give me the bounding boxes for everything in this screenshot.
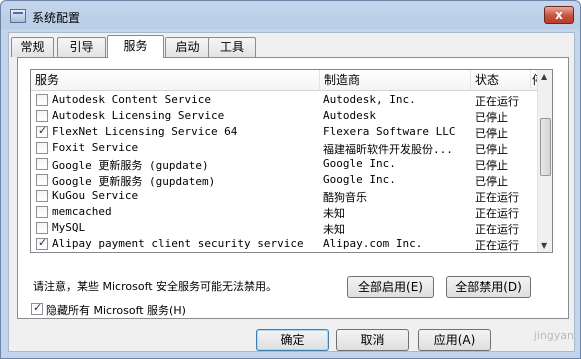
service-row[interactable]: Google 更新服务 (gupdate) Google Inc. 已停止 [31,156,539,172]
column-header-service[interactable]: 服务 [31,70,320,91]
service-row[interactable]: Autodesk Licensing Service Autodesk 已停止 [31,108,539,124]
service-row[interactable]: FlexNet Licensing Service 64 Flexera Soft… [31,124,539,140]
scroll-up-icon[interactable]: ▲ [541,72,547,81]
apply-button[interactable]: 应用(A) [418,329,491,351]
services-list[interactable]: 服务 制造商 状态 停 Autodesk Content ServiceAuto… [30,69,553,253]
service-manufacturer: Alipay.com Inc. [323,237,423,250]
service-status: 已停止 [475,175,508,188]
cancel-button[interactable]: 取消 [336,329,409,351]
service-checkbox[interactable] [36,142,48,154]
service-checkbox[interactable] [36,174,48,186]
tab-tools[interactable]: 工具 [208,37,256,57]
column-header-status[interactable]: 状态 [471,70,531,91]
service-checkbox[interactable] [36,222,48,234]
title-bar[interactable]: 系统配置 x [1,1,580,31]
service-manufacturer: Flexera Software LLC [323,125,456,138]
tab-services[interactable]: 服务 [107,35,164,58]
service-name: Autodesk Content Service [52,93,211,106]
service-status: 已停止 [475,159,508,172]
ok-button[interactable]: 确定 [256,329,329,351]
service-name: Foxit Service [52,141,139,154]
scroll-thumb[interactable] [540,118,551,176]
hide-microsoft-label: 隐藏所有 Microsoft 服务(H) [46,304,186,317]
service-row[interactable]: Autodesk Content Service Autodesk, Inc. 正在… [31,92,539,108]
service-status: 正在运行 [475,95,519,108]
service-checkbox[interactable] [36,124,48,138]
vertical-scrollbar[interactable]: ▲ ▼ [537,70,552,252]
service-name: memcached [52,205,112,218]
service-status: 已停止 [475,127,508,140]
app-icon [10,9,26,23]
service-status: 已停止 [475,143,508,156]
service-manufacturer: 未知 [323,207,345,220]
column-header-manufacturer[interactable]: 制造商 [320,70,471,91]
service-manufacturer: Google Inc. [323,173,396,186]
service-name: Autodesk Licensing Service [52,109,225,122]
tab-startup[interactable]: 启动 [165,37,210,57]
list-header: 服务 制造商 状态 停 [31,70,539,91]
service-name: Google 更新服务 (gupdate) [52,159,209,172]
service-manufacturer: Autodesk [323,109,376,122]
service-name: FlexNet Licensing Service 64 [52,125,238,138]
service-checkbox[interactable] [36,206,48,218]
service-status: 正在运行 [475,207,519,220]
service-checkbox[interactable] [36,94,48,106]
service-checkbox[interactable] [36,110,48,122]
service-checkbox[interactable] [36,236,48,250]
service-status: 已停止 [475,111,508,124]
watermark: jingyan [533,329,574,342]
service-name: MySQL [52,221,86,234]
window-title: 系统配置 [32,11,81,25]
service-name: Alipay payment client security service [52,237,304,250]
system-config-window: 系统配置 x 常规 引导 服务 启动 工具 服务 制造商 状态 停 Autode… [0,0,581,359]
service-name: Google 更新服务 (gupdatem) [52,175,216,188]
service-manufacturer: Google Inc. [323,157,396,170]
service-manufacturer: 酷狗音乐 [323,191,367,204]
service-row[interactable]: Foxit Service 福建福昕软件开发股份... 已停止 [31,140,539,156]
service-manufacturer: Autodesk, Inc. [323,93,416,106]
service-status: 正在运行 [475,239,519,252]
service-status: 正在运行 [475,191,519,204]
tab-boot[interactable]: 引导 [57,37,106,57]
service-manufacturer: 未知 [323,223,345,236]
service-row[interactable]: Google 更新服务 (gupdatem) Google Inc. 已停止 [31,172,539,188]
checkbox-icon[interactable] [31,301,43,315]
service-row[interactable]: MySQL 未知 正在运行 [31,220,539,236]
disable-all-button[interactable]: 全部禁用(D) [446,276,531,298]
service-name: KuGou Service [52,189,139,202]
service-row[interactable]: Alipay payment client security service Al… [31,236,539,252]
service-manufacturer: 福建福昕软件开发股份... [323,143,453,156]
security-notice: 请注意，某些 Microsoft 安全服务可能无法禁用。 [33,280,278,293]
scroll-down-icon[interactable]: ▼ [541,241,547,250]
service-status: 正在运行 [475,223,519,236]
close-button[interactable]: x [544,6,574,24]
service-row[interactable]: memcached 未知 正在运行 [31,204,539,220]
service-checkbox[interactable] [36,190,48,202]
tab-general[interactable]: 常规 [11,37,54,57]
enable-all-button[interactable]: 全部启用(E) [347,276,434,298]
service-checkbox[interactable] [36,158,48,170]
service-row[interactable]: KuGou Service 酷狗音乐 正在运行 [31,188,539,204]
